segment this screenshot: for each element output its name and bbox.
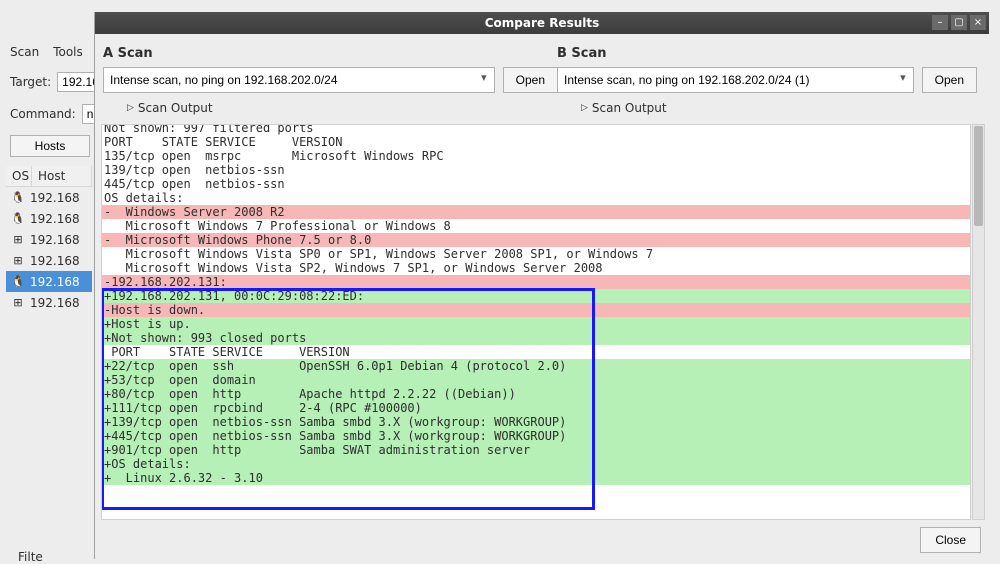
b-open-button[interactable]: Open — [922, 67, 977, 93]
diff-output[interactable]: Not shown: 997 filtered portsPORT STATE … — [101, 124, 971, 520]
win-icon: ⊞ — [10, 232, 26, 248]
host-table: OS Host 🐧192.168🐧192.168⊞192.168⊞192.168… — [6, 166, 92, 313]
penguin-icon: 🐧 — [10, 211, 26, 227]
diff-line: +80/tcp open http Apache httpd 2.2.22 ((… — [102, 387, 970, 401]
host-row[interactable]: 🐧192.168 — [6, 187, 92, 208]
dialog-titlebar[interactable]: Compare Results – ▢ × — [95, 12, 989, 34]
host-row[interactable]: ⊞192.168 — [6, 229, 92, 250]
host-label: 192.168 — [26, 191, 80, 205]
b-scan-output-label: Scan Output — [592, 101, 667, 115]
expander-triangle-icon: ▷ — [127, 103, 134, 113]
diff-line: +901/tcp open http Samba SWAT administra… — [102, 443, 970, 457]
target-label: Target: — [10, 75, 51, 89]
host-row[interactable]: ⊞192.168 — [6, 250, 92, 271]
host-row[interactable]: 🐧192.168 — [6, 271, 92, 292]
a-scan-output-expander[interactable]: ▷ Scan Output — [127, 101, 558, 115]
command-label: Command: — [10, 107, 76, 121]
diff-line: +111/tcp open rpcbind 2-4 (RPC #100000) — [102, 401, 970, 415]
expander-triangle-icon: ▷ — [581, 103, 588, 113]
diff-line: +53/tcp open domain — [102, 373, 970, 387]
diff-line: OS details: — [102, 191, 970, 205]
a-scan-label: A Scan — [103, 46, 558, 61]
a-open-button[interactable]: Open — [503, 67, 558, 93]
diff-line: -192.168.202.131: — [102, 275, 970, 289]
diff-line: 135/tcp open msrpc Microsoft Windows RPC — [102, 149, 970, 163]
dialog-close-button[interactable]: Close — [920, 527, 981, 553]
diff-line: Not shown: 997 filtered ports — [102, 124, 970, 135]
host-label: 192.168 — [26, 233, 80, 247]
host-label: 192.168 — [26, 275, 80, 289]
diff-line: +Host is up. — [102, 317, 970, 331]
win-icon: ⊞ — [10, 253, 26, 269]
menu-tools[interactable]: Tools — [53, 45, 83, 59]
compare-results-dialog: Compare Results – ▢ × A Scan Intense sca… — [94, 12, 989, 559]
diff-line: - Microsoft Windows Phone 7.5 or 8.0 — [102, 233, 970, 247]
menu-scan[interactable]: Scan — [10, 45, 39, 59]
diff-line: 445/tcp open netbios-ssn — [102, 177, 970, 191]
b-scan-panel: B Scan Intense scan, no ping on 192.168.… — [557, 46, 977, 115]
diff-line: Microsoft Windows Vista SP0 or SP1, Wind… — [102, 247, 970, 261]
diff-line: +192.168.202.131, 00:0C:29:08:22:ED: — [102, 289, 970, 303]
diff-line: +139/tcp open netbios-ssn Samba smbd 3.X… — [102, 415, 970, 429]
host-row[interactable]: ⊞192.168 — [6, 292, 92, 313]
b-scan-select[interactable]: Intense scan, no ping on 192.168.202.0/2… — [557, 67, 914, 93]
b-scan-output-expander[interactable]: ▷ Scan Output — [581, 101, 977, 115]
host-label: 192.168 — [26, 254, 80, 268]
diff-line: +OS details: — [102, 457, 970, 471]
a-scan-panel: A Scan Intense scan, no ping on 192.168.… — [103, 46, 558, 115]
host-row[interactable]: 🐧192.168 — [6, 208, 92, 229]
a-scan-select[interactable]: Intense scan, no ping on 192.168.202.0/2… — [103, 67, 495, 93]
dialog-title: Compare Results — [95, 16, 989, 30]
diff-line: Microsoft Windows 7 Professional or Wind… — [102, 219, 970, 233]
col-host[interactable]: Host — [32, 166, 92, 186]
a-scan-output-label: Scan Output — [138, 101, 213, 115]
diff-line: 139/tcp open netbios-ssn — [102, 163, 970, 177]
diff-line: -Host is down. — [102, 303, 970, 317]
diff-line: Microsoft Windows Vista SP2, Windows 7 S… — [102, 261, 970, 275]
diff-line: +22/tcp open ssh OpenSSH 6.0p1 Debian 4 … — [102, 359, 970, 373]
filter-label: Filte — [18, 550, 43, 564]
diff-line: +Not shown: 993 closed ports — [102, 331, 970, 345]
diff-line: +445/tcp open netbios-ssn Samba smbd 3.X… — [102, 429, 970, 443]
diff-line: - Windows Server 2008 R2 — [102, 205, 970, 219]
diff-line: + Linux 2.6.32 - 3.10 — [102, 471, 970, 485]
output-scrollbar[interactable] — [972, 124, 985, 520]
diff-line: PORT STATE SERVICE VERSION — [102, 135, 970, 149]
hosts-tab-button[interactable]: Hosts — [10, 135, 90, 157]
win-icon: ⊞ — [10, 295, 26, 311]
target-row: Target: — [10, 72, 101, 92]
menu-bar: Scan Tools P — [10, 45, 104, 59]
penguin-icon: 🐧 — [10, 190, 26, 206]
minimize-icon[interactable]: – — [932, 15, 948, 30]
diff-line: PORT STATE SERVICE VERSION — [102, 345, 970, 359]
host-label: 192.168 — [26, 296, 80, 310]
scrollbar-thumb[interactable] — [974, 126, 983, 226]
b-scan-label: B Scan — [557, 46, 977, 61]
maximize-icon[interactable]: ▢ — [951, 15, 967, 30]
col-os[interactable]: OS — [6, 166, 32, 186]
host-label: 192.168 — [26, 212, 80, 226]
close-icon[interactable]: × — [970, 15, 986, 30]
penguin-icon: 🐧 — [10, 274, 26, 290]
